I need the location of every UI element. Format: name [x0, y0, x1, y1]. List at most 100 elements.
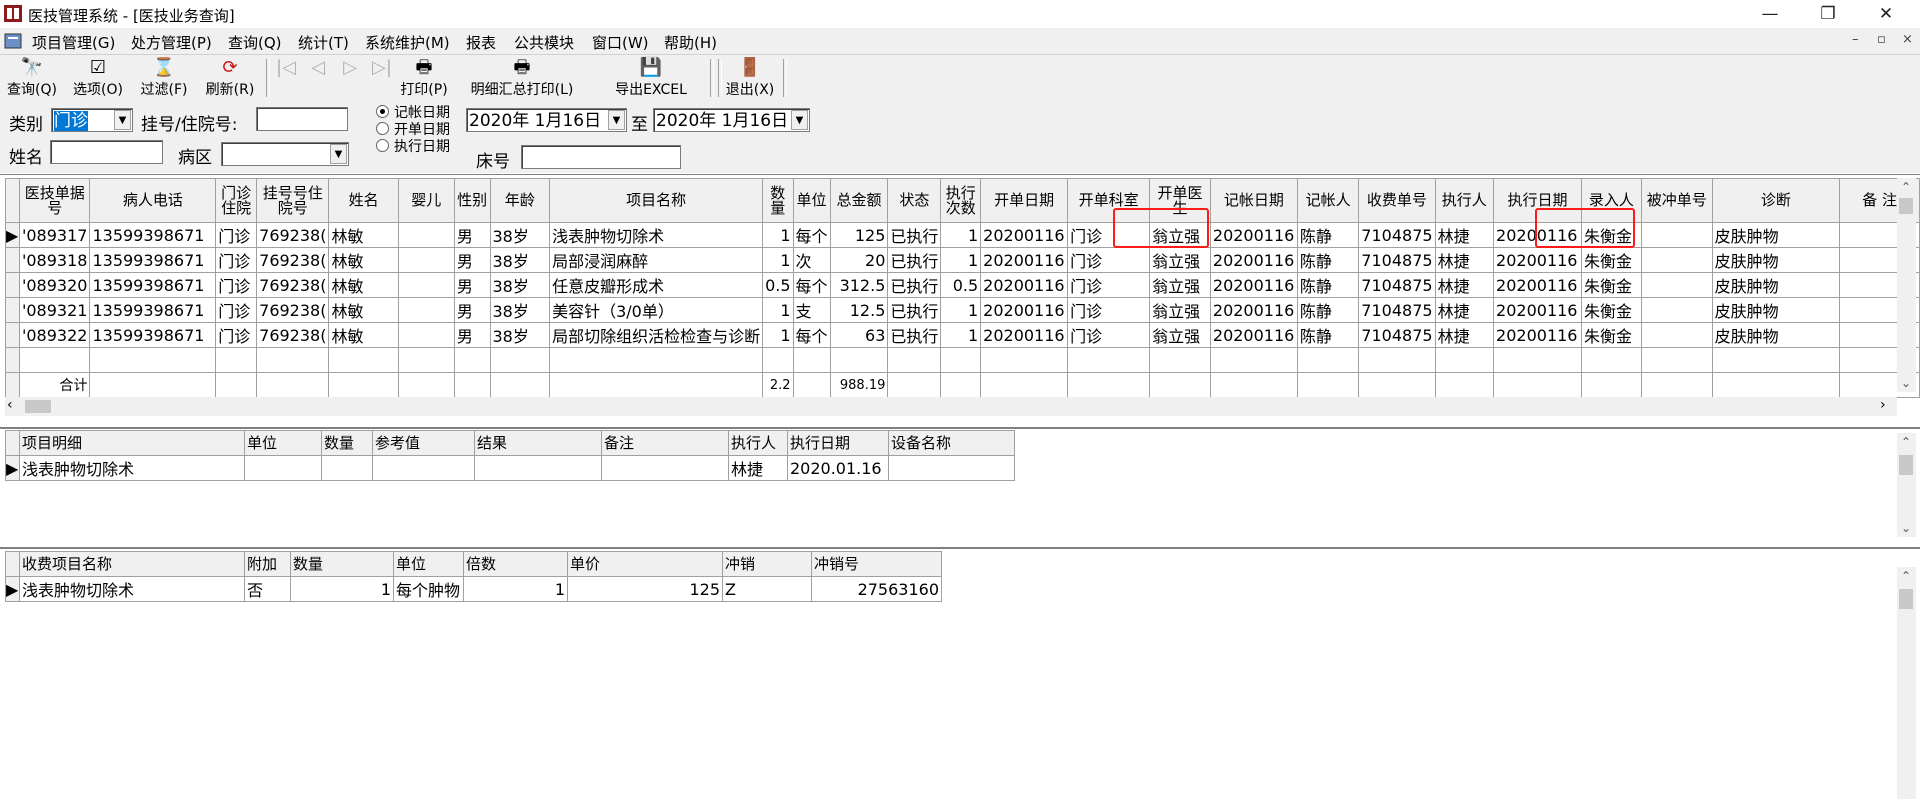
table-cell[interactable]: Z: [722, 576, 812, 602]
column-header[interactable]: 门诊住院: [215, 178, 258, 223]
table-cell[interactable]: 769238(: [256, 222, 330, 248]
table-cell[interactable]: 7104875: [1358, 222, 1436, 248]
summary-print-button[interactable]: 🖶 明细汇总打印(L): [462, 57, 582, 99]
table-cell[interactable]: [1640, 322, 1713, 348]
table-cell[interactable]: 20200116: [1493, 272, 1582, 298]
table-cell[interactable]: 20200116: [980, 297, 1069, 323]
table-cell[interactable]: 20200116: [980, 272, 1069, 298]
table-cell[interactable]: '089317: [18, 222, 91, 248]
table-cell[interactable]: [397, 222, 455, 248]
date-from-picker[interactable]: 2020年 1月16日 ▼: [466, 108, 627, 132]
column-header[interactable]: 单位: [792, 178, 831, 223]
table-cell[interactable]: 1: [940, 222, 982, 248]
chevron-up-icon[interactable]: ⌃: [1897, 178, 1915, 196]
table-cell[interactable]: 已执行: [887, 272, 942, 298]
column-header[interactable]: 婴儿: [397, 178, 455, 223]
table-cell[interactable]: 38岁: [489, 297, 551, 323]
table-cell[interactable]: 皮肤肿物: [1711, 322, 1841, 348]
column-header[interactable]: 结果: [474, 430, 602, 456]
table-row[interactable]: ▶ 浅表肿物切除术否 1 每个肿物 1 125 Z 27563160: [5, 576, 942, 602]
table-cell[interactable]: 陈静: [1296, 247, 1360, 273]
column-header[interactable]: 执行日期: [787, 430, 889, 456]
table-cell[interactable]: 林捷: [1434, 297, 1495, 323]
table-cell[interactable]: 20200116: [980, 222, 1069, 248]
table-cell[interactable]: 陈静: [1296, 272, 1360, 298]
table-cell[interactable]: 朱衡金: [1581, 322, 1642, 348]
table-cell[interactable]: 13599398671: [89, 297, 217, 323]
table-cell[interactable]: 7104875: [1358, 247, 1436, 273]
main-vscrollbar[interactable]: ⌃ ⌄: [1897, 178, 1916, 392]
column-header[interactable]: 年龄: [489, 178, 551, 223]
column-header[interactable]: 挂号号住院号: [256, 178, 330, 223]
table-cell[interactable]: [397, 322, 455, 348]
table-cell[interactable]: 男: [453, 322, 491, 348]
menu-common[interactable]: 公共模块: [514, 32, 574, 53]
table-cell[interactable]: 支: [792, 297, 831, 323]
table-cell[interactable]: '089321: [18, 297, 91, 323]
column-header[interactable]: 冲销号: [811, 551, 942, 577]
table-cell[interactable]: 任意皮瓣形成术: [549, 272, 764, 298]
detail-vscrollbar[interactable]: ⌃ ⌄: [1897, 433, 1916, 537]
current-row-pointer-icon[interactable]: ▶: [5, 576, 20, 602]
table-cell[interactable]: 20: [829, 247, 889, 273]
column-header[interactable]: 诊断: [1711, 178, 1841, 223]
table-cell[interactable]: 13599398671: [89, 222, 217, 248]
regno-input[interactable]: [256, 107, 348, 131]
table-cell[interactable]: 20200116: [1209, 322, 1298, 348]
table-row[interactable]: '089318 13599398671 门诊 769238(林敏男 38岁 局部浸润麻醉 1…: [5, 247, 1920, 273]
table-cell[interactable]: 12.5: [829, 297, 889, 323]
table-cell[interactable]: 门诊: [215, 247, 258, 273]
scroll-thumb[interactable]: [1899, 589, 1913, 609]
table-cell[interactable]: 陈静: [1296, 222, 1360, 248]
table-cell[interactable]: 38岁: [489, 272, 551, 298]
table-cell[interactable]: 2020.01.16: [787, 455, 889, 481]
export-excel-button[interactable]: 💾 导出EXCEL: [612, 57, 690, 99]
column-header[interactable]: 设备名称: [888, 430, 1015, 456]
minimize-button[interactable]: —: [1746, 0, 1794, 28]
table-cell[interactable]: 1: [762, 322, 794, 348]
table-cell[interactable]: 1: [940, 322, 982, 348]
table-cell[interactable]: 20200116: [1209, 222, 1298, 248]
column-header[interactable]: 收费项目名称: [19, 551, 245, 577]
next-record-button[interactable]: ▷: [338, 57, 362, 99]
current-row-pointer-icon[interactable]: ▶: [5, 455, 20, 481]
mdi-minimize-button[interactable]: –: [1852, 32, 1859, 47]
table-cell[interactable]: '089320: [18, 272, 91, 298]
table-cell[interactable]: [1640, 247, 1713, 273]
table-cell[interactable]: 否: [244, 576, 291, 602]
restore-button[interactable]: ❐: [1804, 0, 1852, 28]
column-header[interactable]: 记帐人: [1296, 178, 1360, 223]
table-cell[interactable]: 局部浸润麻醉: [549, 247, 764, 273]
table-cell[interactable]: 1: [290, 576, 394, 602]
table-cell[interactable]: 男: [453, 222, 491, 248]
table-cell[interactable]: [1640, 272, 1713, 298]
exit-button[interactable]: 🚪 退出(X): [722, 57, 778, 99]
row-indicator[interactable]: [5, 322, 20, 348]
table-cell[interactable]: 朱衡金: [1581, 247, 1642, 273]
table-cell[interactable]: [321, 455, 373, 481]
table-cell[interactable]: 20200116: [980, 322, 1069, 348]
table-cell[interactable]: 翁立强: [1149, 322, 1211, 348]
table-cell[interactable]: 已执行: [887, 322, 942, 348]
column-header[interactable]: 性别: [453, 178, 491, 223]
table-cell[interactable]: 门诊: [1067, 322, 1151, 348]
table-cell[interactable]: 浅表肿物切除术: [549, 222, 764, 248]
column-header[interactable]: 项目明细: [19, 430, 245, 456]
bed-input[interactable]: [521, 145, 681, 169]
column-header[interactable]: 执行人: [728, 430, 788, 456]
row-indicator[interactable]: [5, 297, 20, 323]
table-cell[interactable]: 男: [453, 247, 491, 273]
table-cell[interactable]: 美容针（3/0单）: [549, 297, 764, 323]
table-cell[interactable]: 男: [453, 272, 491, 298]
table-cell[interactable]: 312.5: [829, 272, 889, 298]
table-cell[interactable]: 1: [762, 247, 794, 273]
table-cell[interactable]: 1: [940, 247, 982, 273]
table-cell[interactable]: 20200116: [980, 247, 1069, 273]
column-header[interactable]: 执行人: [1434, 178, 1495, 223]
table-cell[interactable]: 769238(: [256, 297, 330, 323]
table-cell[interactable]: 翁立强: [1149, 247, 1211, 273]
table-cell[interactable]: 林敏: [328, 222, 399, 248]
table-cell[interactable]: 门诊: [215, 272, 258, 298]
column-header[interactable]: 单位: [393, 551, 464, 577]
filter-button[interactable]: ⌛ 过滤(F): [136, 57, 192, 99]
